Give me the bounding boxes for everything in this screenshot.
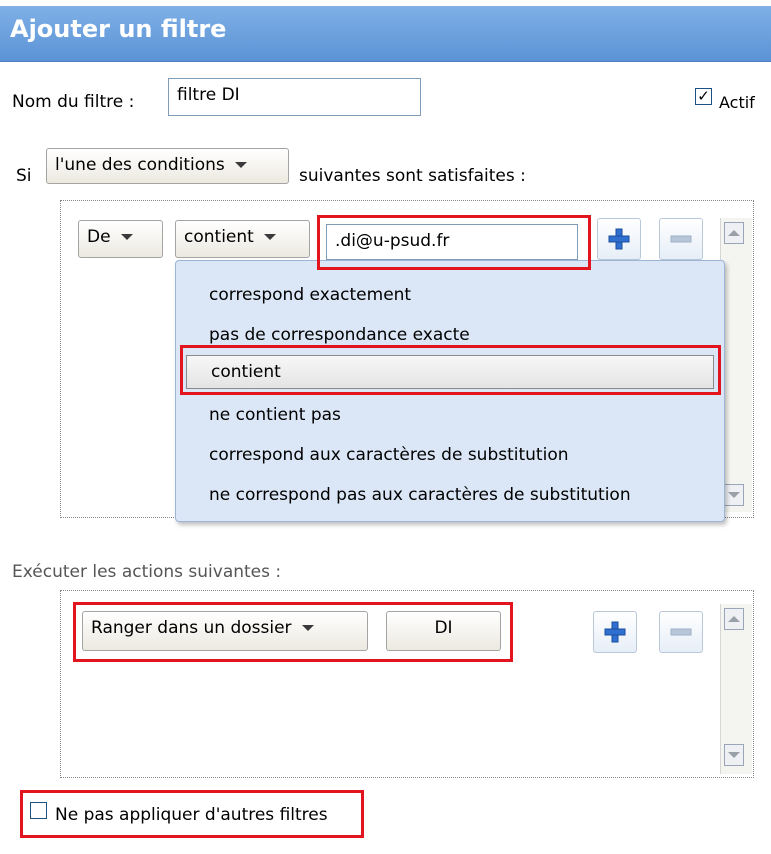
add-condition-button[interactable] — [597, 218, 641, 260]
match-type-select[interactable]: l'une des conditions — [46, 148, 289, 184]
minus-icon — [670, 628, 692, 636]
stop-rules-checkbox[interactable] — [30, 802, 47, 819]
actions-title: Exécuter les actions suivantes : — [12, 562, 282, 582]
match-type-select-label: l'une des conditions — [55, 155, 225, 175]
condition-prefix-label: Si — [16, 166, 32, 186]
chevron-down-icon — [263, 234, 276, 240]
operator-dropdown: correspond exactement pas de corresponda… — [175, 260, 725, 522]
dropdown-item-selected[interactable]: contient — [186, 355, 714, 389]
minus-icon — [670, 235, 692, 243]
remove-condition-button[interactable] — [659, 218, 703, 260]
scroll-up-arrow-icon — [728, 230, 740, 236]
chevron-down-icon — [120, 234, 133, 240]
chevron-down-icon — [301, 625, 314, 631]
add-action-button[interactable] — [593, 611, 637, 653]
stop-rules-label: Ne pas appliquer d'autres filtres — [55, 805, 328, 825]
scroll-down-button[interactable] — [724, 744, 744, 766]
scroll-up-arrow-icon — [728, 616, 740, 622]
field-select-label: De — [87, 227, 111, 247]
operator-select-label: contient — [184, 227, 254, 247]
scroll-up-button[interactable] — [724, 222, 744, 244]
chevron-down-icon — [234, 162, 247, 168]
scroll-down-arrow-icon — [728, 492, 740, 498]
filter-name-input[interactable]: filtre DI — [168, 78, 421, 116]
dropdown-item[interactable]: correspond exactement — [209, 285, 411, 305]
plus-icon — [608, 228, 630, 250]
active-label: Actif — [719, 93, 755, 112]
scroll-down-arrow-icon — [728, 752, 740, 758]
active-checkbox[interactable]: ✓ — [695, 88, 712, 105]
dialog-title: Ajouter un filtre — [0, 6, 771, 62]
field-select[interactable]: De — [78, 220, 163, 258]
dropdown-item[interactable]: correspond aux caractères de substitutio… — [209, 445, 569, 465]
scroll-down-button[interactable] — [724, 484, 744, 506]
scroll-up-button[interactable] — [724, 608, 744, 630]
dropdown-item[interactable]: pas de correspondance exacte — [209, 325, 470, 345]
remove-action-button[interactable] — [659, 611, 703, 653]
action-type-select[interactable]: Ranger dans un dossier — [82, 611, 368, 651]
condition-value-input[interactable]: .di@u-psud.fr — [326, 224, 578, 260]
dropdown-item[interactable]: ne contient pas — [209, 405, 341, 425]
dropdown-item[interactable]: ne correspond pas aux caractères de subs… — [209, 485, 631, 505]
condition-suffix-label: suivantes sont satisfaites : — [299, 166, 526, 186]
plus-icon — [604, 621, 626, 643]
operator-select[interactable]: contient — [175, 220, 310, 258]
folder-button[interactable]: DI — [386, 611, 501, 651]
action-type-select-label: Ranger dans un dossier — [91, 618, 292, 638]
filter-name-label: Nom du filtre : — [12, 92, 135, 112]
